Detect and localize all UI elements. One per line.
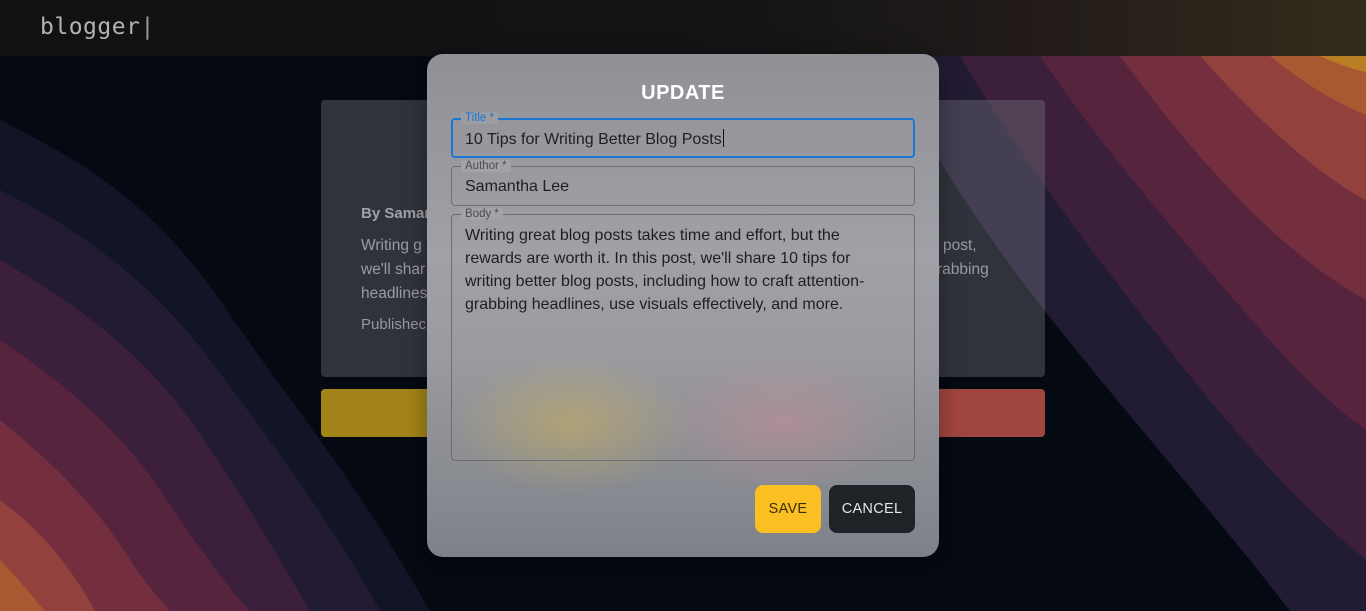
- title-input-text: 10 Tips for Writing Better Blog Posts: [465, 131, 722, 148]
- author-field-label: Author *: [461, 160, 511, 172]
- body-field[interactable]: Body * Writing great blog posts takes ti…: [451, 208, 915, 461]
- text-caret: [722, 129, 724, 147]
- body-field-label: Body *: [461, 208, 503, 220]
- body-field-value[interactable]: Writing great blog posts takes time and …: [465, 224, 893, 316]
- update-post-modal: UPDATE Title * 10 Tips for Writing Bette…: [427, 54, 939, 557]
- title-field-label: Title *: [461, 112, 498, 124]
- modal-title: UPDATE: [641, 82, 725, 104]
- title-field-value[interactable]: 10 Tips for Writing Better Blog Posts: [465, 129, 724, 149]
- save-button[interactable]: SAVE: [755, 485, 821, 533]
- cancel-button[interactable]: CANCEL: [829, 485, 915, 533]
- author-field-value[interactable]: Samantha Lee: [465, 178, 569, 196]
- title-field[interactable]: Title * 10 Tips for Writing Better Blog …: [451, 112, 915, 158]
- author-field[interactable]: Author * Samantha Lee: [451, 160, 915, 206]
